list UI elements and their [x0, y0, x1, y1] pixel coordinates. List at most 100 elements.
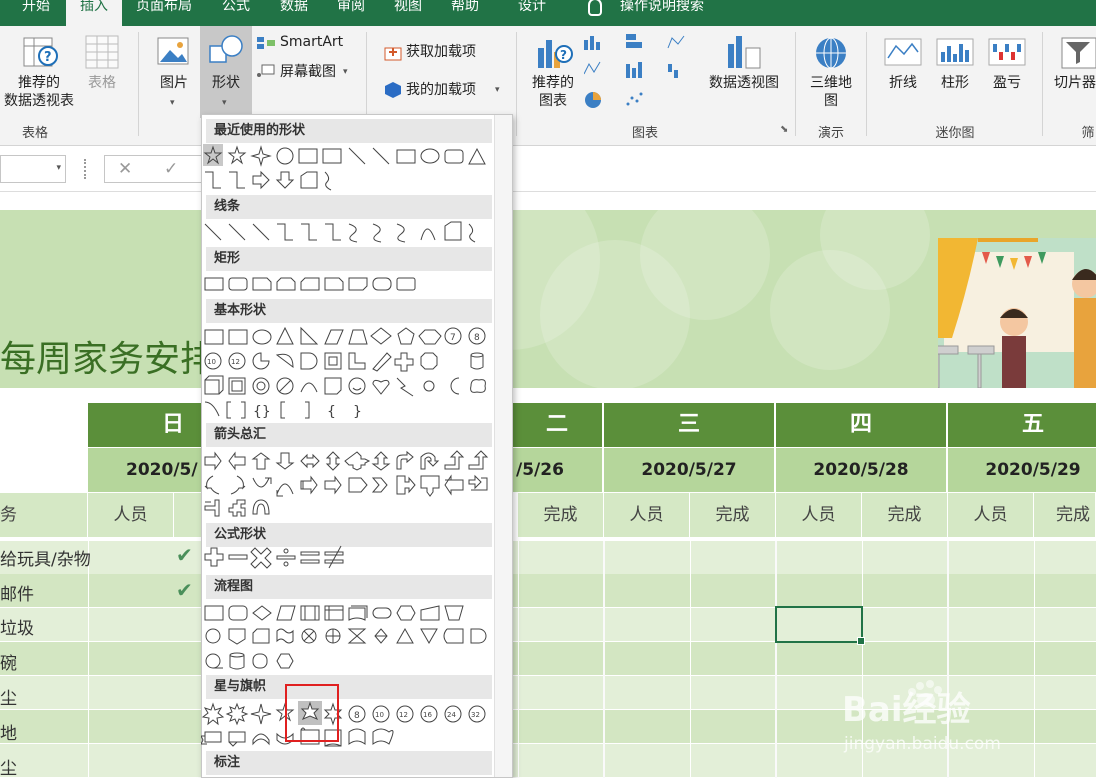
done-header[interactable]: 完成: [862, 493, 948, 537]
pivot-chart-button[interactable]: 数据透视图: [704, 74, 784, 92]
group-divider: [1042, 32, 1043, 136]
tab-insert[interactable]: 插入: [66, 0, 122, 26]
svg-text:32: 32: [471, 711, 480, 719]
table-row[interactable]: [0, 608, 1096, 642]
tell-me-search[interactable]: 操作说明搜索: [620, 0, 704, 26]
shapes-grid[interactable]: 7 8 10 12 {} { } 8 10 12 16 24 32: [201, 114, 493, 778]
scrollbar-thumb[interactable]: [498, 125, 510, 725]
date-header-wed[interactable]: 2020/5/27: [604, 448, 776, 492]
person-header[interactable]: 人员: [948, 493, 1034, 537]
gridline: [690, 541, 691, 778]
task-label[interactable]: 碗: [0, 649, 17, 674]
done-header[interactable]: 完成: [690, 493, 776, 537]
tab-data[interactable]: 数据: [280, 0, 308, 26]
formula-bar: ▾ ✕ ✓: [0, 147, 1096, 192]
recommended-pivot-icon: ?: [23, 37, 58, 67]
svg-text:12: 12: [399, 711, 408, 719]
resize-handle[interactable]: [84, 159, 86, 179]
cancel-icon[interactable]: ✕: [118, 159, 132, 179]
svg-text:?: ?: [560, 48, 567, 62]
svg-text:10: 10: [207, 358, 216, 366]
recommended-pivot-button[interactable]: 推荐的 数据透视表: [0, 74, 78, 110]
slicer-button[interactable]: 切片器: [1054, 74, 1096, 92]
chevron-down-icon: ▾: [56, 163, 61, 173]
screenshot-icon: [257, 64, 275, 77]
pictures-button[interactable]: 图片: [154, 74, 194, 92]
tab-page-layout[interactable]: 页面布局: [136, 0, 192, 26]
store-icon: [384, 47, 402, 61]
task-label[interactable]: 尘: [0, 754, 17, 778]
sparkline-line-icon: [884, 38, 922, 66]
date-header-thu[interactable]: 2020/5/28: [776, 448, 948, 492]
task-label[interactable]: 垃圾: [0, 614, 34, 639]
chart-type-icons[interactable]: [584, 34, 694, 116]
get-addins-button[interactable]: 获取加载项: [406, 43, 476, 61]
task-label[interactable]: 地: [0, 719, 17, 744]
recommended-charts-button[interactable]: 推荐的 图表: [524, 74, 582, 110]
done-header[interactable]: 完成: [518, 493, 604, 537]
sparkline-column-button[interactable]: 柱形: [936, 74, 974, 92]
table-button[interactable]: 表格: [84, 74, 120, 92]
person-header[interactable]: 人员: [604, 493, 690, 537]
date-header-tue[interactable]: /5/26: [512, 448, 604, 492]
svg-text:24: 24: [447, 711, 456, 719]
tab-review[interactable]: 审阅: [337, 0, 365, 26]
date-header-fri[interactable]: 2020/5/29: [948, 448, 1096, 492]
selected-cell[interactable]: [775, 606, 865, 645]
tab-help[interactable]: 帮助: [451, 0, 479, 26]
svg-text:8: 8: [474, 333, 480, 343]
tab-home[interactable]: 开始: [22, 0, 50, 26]
watermark-domain: jingyan.baidu.com: [844, 734, 1001, 754]
task-label[interactable]: 给玩具/杂物: [0, 545, 91, 570]
person-header[interactable]: 人员: [88, 493, 174, 537]
tab-view[interactable]: 视图: [394, 0, 422, 26]
sparkline-column-icon: [936, 38, 974, 66]
table-row[interactable]: [0, 574, 1096, 608]
my-addins-button[interactable]: 我的加载项: [406, 81, 476, 99]
group-divider: [516, 32, 517, 136]
shapes-button[interactable]: 形状: [202, 74, 250, 92]
done-header[interactable]: 完成: [1034, 493, 1096, 537]
tab-formulas[interactable]: 公式: [222, 0, 250, 26]
svg-text:?: ?: [44, 50, 52, 65]
recommended-charts-icon: ?: [538, 40, 573, 68]
screenshot-button[interactable]: 屏幕截图: [280, 63, 336, 81]
chevron-down-icon: ▾: [343, 67, 348, 77]
pivot-chart-icon: [728, 36, 761, 69]
person-header[interactable]: 人员: [776, 493, 862, 537]
day-header-wed[interactable]: 三: [604, 403, 776, 447]
scrollbar[interactable]: [494, 115, 512, 777]
3d-map-button[interactable]: 三维地 图: [806, 74, 856, 110]
my-addins-icon: [385, 82, 401, 98]
sheet-title[interactable]: 每周家务安排: [0, 330, 216, 382]
chevron-down-icon: ▾: [495, 85, 500, 95]
smartart-button[interactable]: SmartArt: [280, 33, 343, 51]
group-label-charts: 图表: [631, 126, 658, 141]
tab-design[interactable]: 设计: [518, 0, 546, 26]
gridline: [603, 541, 605, 778]
name-box[interactable]: ▾: [0, 155, 66, 183]
sparkline-line-button[interactable]: 折线: [884, 74, 922, 92]
table-row[interactable]: [0, 541, 1096, 575]
table-row[interactable]: [0, 642, 1096, 676]
gridline: [518, 541, 519, 778]
checkmark-icon: ✔: [176, 578, 193, 602]
smartart-icon: [257, 37, 275, 49]
dialog-launcher-icon[interactable]: ⬊: [780, 124, 788, 135]
task-label[interactable]: 邮件: [0, 580, 34, 605]
globe-icon: [816, 37, 846, 69]
svg-text:12: 12: [231, 358, 240, 366]
party-illustration: [938, 238, 1096, 388]
task-label[interactable]: 尘: [0, 684, 17, 709]
day-header-fri[interactable]: 五: [948, 403, 1096, 447]
svg-text:{}: {}: [253, 404, 271, 420]
lightbulb-icon: [588, 0, 602, 16]
day-header-thu[interactable]: 四: [776, 403, 948, 447]
day-header-tue[interactable]: 二: [512, 403, 604, 447]
gridline: [775, 541, 777, 778]
enter-icon[interactable]: ✓: [164, 159, 178, 179]
svg-text:16: 16: [423, 711, 432, 719]
task-column-header[interactable]: 务: [0, 493, 88, 537]
shapes-icon: [209, 35, 243, 63]
sparkline-winloss-button[interactable]: 盈亏: [988, 74, 1026, 92]
